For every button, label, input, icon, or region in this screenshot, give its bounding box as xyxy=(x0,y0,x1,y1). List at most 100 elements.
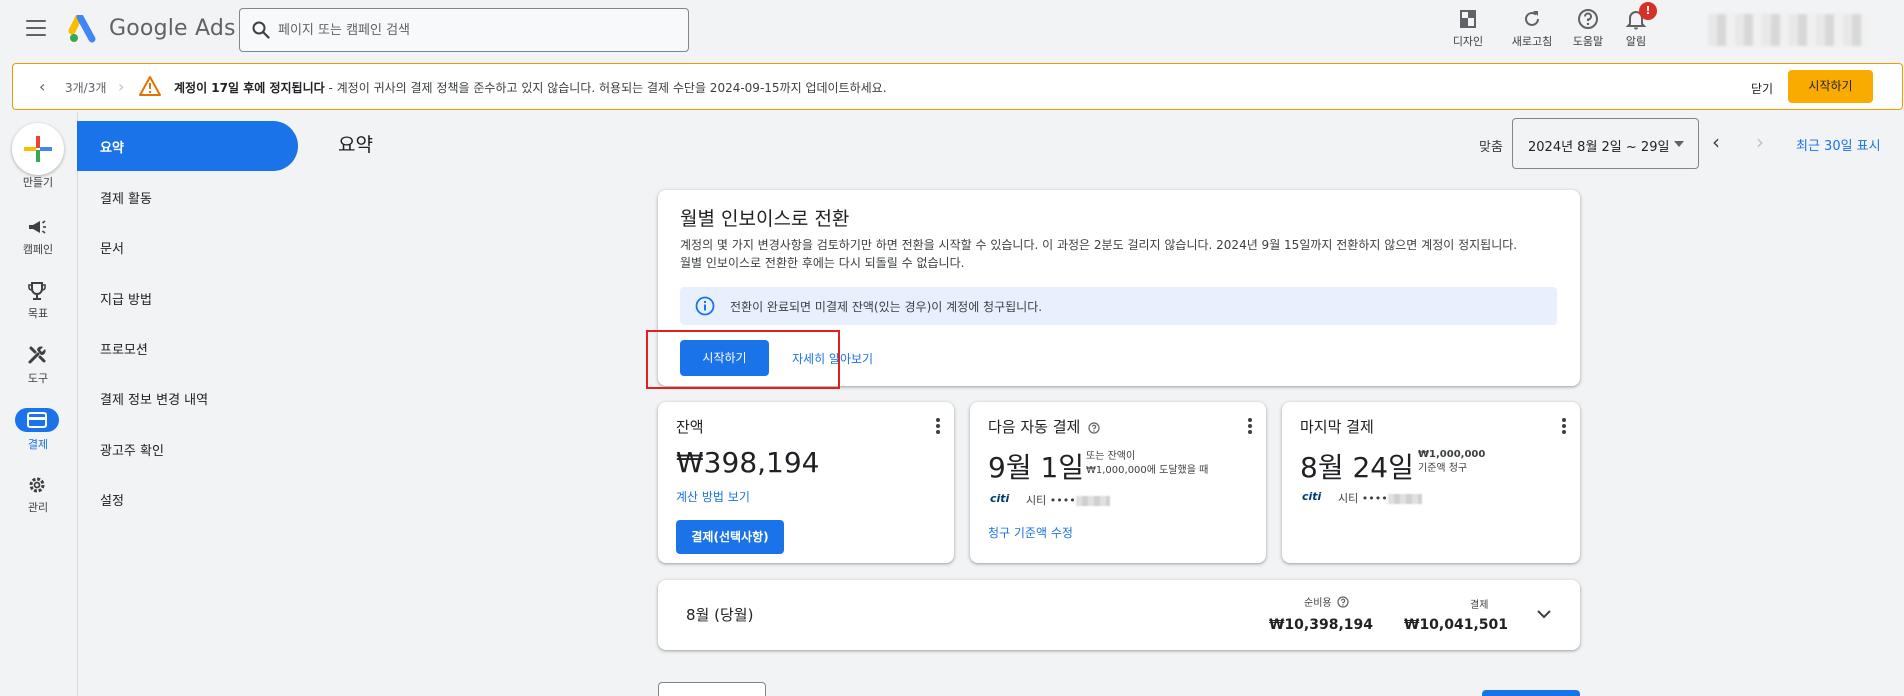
subnav-item-settings[interactable]: 설정 xyxy=(100,490,124,509)
balance-more-icon[interactable] xyxy=(936,418,940,434)
card-number-text: 시티 •••• xyxy=(1026,494,1076,507)
citi-logo-icon: citi xyxy=(990,492,1010,505)
info-icon xyxy=(695,296,715,316)
refresh-icon xyxy=(1525,11,1539,26)
refresh-button[interactable]: 새로고침 xyxy=(1504,6,1560,50)
design-icon xyxy=(1460,10,1476,28)
masked-digits xyxy=(1387,494,1422,504)
last-payment-note: 기준액 청구 xyxy=(1418,463,1468,474)
account-info[interactable] xyxy=(1708,14,1866,46)
date-range-value: 2024년 8월 2일 ~ 29일 xyxy=(1528,140,1670,155)
last-payment-card-number: 시티 •••• xyxy=(1338,490,1422,506)
banner-message: 계정이 17일 후에 정지됩니다 - 계정이 귀사의 결제 정책을 준수하고 있… xyxy=(174,79,887,96)
search-box[interactable] xyxy=(239,8,689,52)
subnav-summary-label: 요약 xyxy=(100,141,124,156)
bottom-secondary-button[interactable] xyxy=(658,682,766,696)
invoice-title: 월별 인보이스로 전환 xyxy=(680,208,850,230)
help-icon xyxy=(1578,9,1598,29)
search-icon xyxy=(252,21,270,39)
balance-value: ₩398,194 xyxy=(676,446,820,479)
refresh-label: 새로고침 xyxy=(1511,35,1553,48)
make-payment-button[interactable]: 결제(선택사항) xyxy=(676,520,784,554)
warning-icon xyxy=(139,76,161,96)
rail-item-tools[interactable]: 도구 xyxy=(0,344,76,385)
prev-period-icon[interactable]: ‹ xyxy=(1712,130,1720,154)
next-payment-date: 9월 1일 xyxy=(988,451,1085,484)
subnav-item-change-history[interactable]: 결제 정보 변경 내역 xyxy=(100,389,208,408)
design-button[interactable]: 디자인 xyxy=(1440,6,1496,50)
create-button[interactable] xyxy=(12,123,64,175)
subnav-item-summary[interactable]: 요약 xyxy=(77,121,298,171)
masked-digits xyxy=(1075,496,1110,506)
threshold-note-1: 또는 잔액이 xyxy=(1086,451,1136,462)
menu-icon[interactable] xyxy=(26,20,46,36)
notifications-button[interactable]: ! 알림 xyxy=(1608,2,1664,50)
google-ads-logo-icon[interactable] xyxy=(68,15,100,43)
rail-item-billing[interactable] xyxy=(15,408,59,432)
banner-start-button[interactable]: 시작하기 xyxy=(1788,70,1873,103)
payments-value: ₩10,041,501 xyxy=(1404,617,1509,633)
next-payment-threshold-note: 또는 잔액이 ₩1,000,000에 도달했을 때 xyxy=(1086,450,1208,478)
banner-pager: 3개/3개 xyxy=(65,81,107,95)
rail-tools-label: 도구 xyxy=(27,372,49,385)
rail-campaigns-label: 캠페인 xyxy=(22,243,54,256)
notifications-label: 알림 xyxy=(1625,35,1647,48)
design-label: 디자인 xyxy=(1452,35,1484,48)
banner-next-icon[interactable]: › xyxy=(118,77,124,96)
invoice-desc-line1: 계정의 몇 가지 변경사항을 검토하기만 하면 전환을 시작할 수 있습니다. … xyxy=(680,238,1518,252)
next-payment-title-text: 다음 자동 결제 xyxy=(988,418,1081,436)
net-cost-label-text: 순비용 xyxy=(1304,598,1332,609)
rail-create-label: 만들기 xyxy=(22,176,54,189)
last-payment-amount: ₩1,000,000 xyxy=(1418,449,1486,460)
next-payment-card: 다음 자동 결제 9월 1일 또는 잔액이 ₩1,000,000에 도달했을 때… xyxy=(970,402,1266,563)
subnav-item-promotions[interactable]: 프로모션 xyxy=(100,339,148,358)
last-payment-more-icon[interactable] xyxy=(1562,418,1566,434)
subnav-item-advertiser-verification[interactable]: 광고주 확인 xyxy=(100,440,164,459)
date-range-select[interactable]: 2024년 8월 2일 ~ 29일 xyxy=(1512,118,1699,169)
recent-30-days-link[interactable]: 최근 30일 표시 xyxy=(1796,135,1881,154)
citi-logo-icon: citi xyxy=(1302,490,1322,503)
next-payment-more-icon[interactable] xyxy=(1248,418,1252,434)
balance-calc-link[interactable]: 계산 방법 보기 xyxy=(676,488,750,505)
next-period-icon[interactable]: › xyxy=(1756,130,1764,154)
expand-chevron-icon[interactable] xyxy=(1536,606,1552,622)
edit-threshold-link[interactable]: 청구 기준액 수정 xyxy=(988,524,1073,541)
dropdown-caret-icon xyxy=(1674,141,1684,147)
invoice-info-text: 전환이 완료되면 미결제 잔액(있는 경우)이 계정에 청구됩니다. xyxy=(730,300,1043,314)
rail-goals-label: 목표 xyxy=(27,307,49,320)
current-month-card[interactable]: 8월 (당월) 순비용 ₩10,398,194 결제 ₩10,041,501 xyxy=(658,580,1580,650)
banner-dismiss-button[interactable]: 닫기 xyxy=(1751,80,1773,97)
card-number-text: 시티 •••• xyxy=(1338,492,1388,505)
last-payment-title: 마지막 결제 xyxy=(1300,418,1374,436)
balance-card: 잔액 ₩398,194 계산 방법 보기 결제(선택사항) xyxy=(658,402,954,563)
warning-banner: ‹ 3개/3개 › 계정이 17일 후에 정지됩니다 - 계정이 귀사의 결제 … xyxy=(12,63,1903,110)
credit-card-icon xyxy=(27,412,47,428)
brand-name: Google Ads xyxy=(109,16,236,41)
rail-item-campaigns[interactable]: 캠페인 xyxy=(0,216,76,256)
gear-icon xyxy=(29,477,45,493)
notification-badge: ! xyxy=(1639,2,1657,20)
rail-item-goals[interactable]: 목표 xyxy=(0,280,76,320)
rail-item-admin[interactable]: 관리 xyxy=(0,474,76,514)
banner-prev-icon[interactable]: ‹ xyxy=(39,77,45,96)
help-small-icon[interactable] xyxy=(1088,422,1100,434)
megaphone-icon xyxy=(29,220,46,234)
tools-icon xyxy=(28,346,46,364)
help-small-icon[interactable] xyxy=(1337,596,1349,608)
search-input[interactable] xyxy=(278,19,678,41)
banner-text: - 계정이 귀사의 결제 정책을 준수하고 있지 않습니다. 허용되는 결제 수… xyxy=(324,81,887,95)
invoice-desc-line2: 월별 인보이스로 전환한 후에는 다시 되돌릴 수 없습니다. xyxy=(680,256,965,270)
bottom-primary-button[interactable] xyxy=(1482,690,1580,696)
net-cost-value: ₩10,398,194 xyxy=(1269,617,1374,633)
last-payment-amount-note: ₩1,000,000 기준액 청구 xyxy=(1418,448,1485,476)
subnav-item-transactions[interactable]: 결제 활동 xyxy=(100,188,152,207)
next-payment-title: 다음 자동 결제 xyxy=(988,416,1100,437)
rail-billing-label: 결제 xyxy=(27,438,49,451)
trophy-icon xyxy=(28,282,46,300)
subnav-item-payment-methods[interactable]: 지급 방법 xyxy=(100,289,152,308)
invoice-description: 계정의 몇 가지 변경사항을 검토하기만 하면 전환을 시작할 수 있습니다. … xyxy=(680,236,1560,272)
payments-label: 결제 xyxy=(1470,600,1489,611)
subnav-item-documents[interactable]: 문서 xyxy=(100,238,124,257)
banner-bold: 계정이 17일 후에 정지됩니다 xyxy=(174,81,325,95)
month-title: 8월 (당월) xyxy=(686,606,754,624)
